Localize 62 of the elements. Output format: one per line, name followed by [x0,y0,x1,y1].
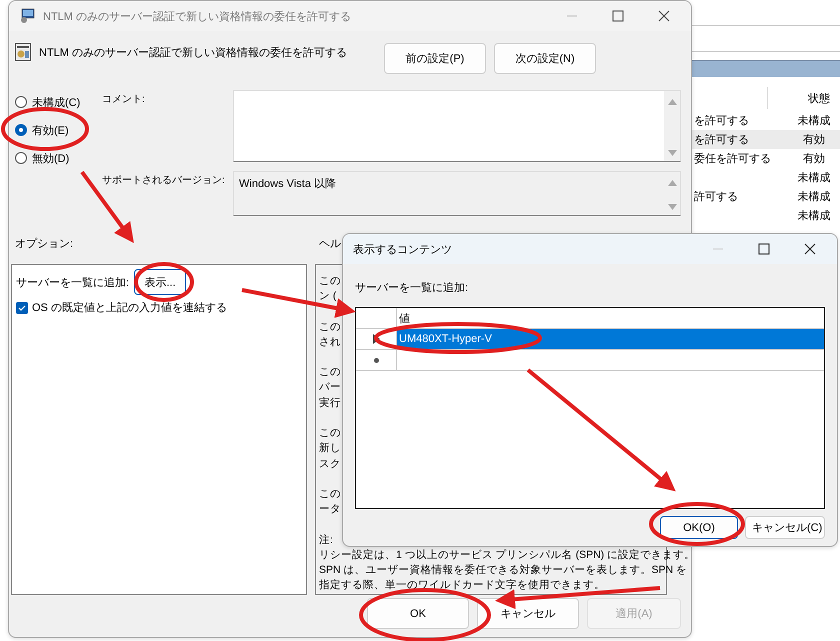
column-header[interactable]: 状態 [808,90,830,106]
help-text: この [319,488,341,500]
help-text: この [319,275,341,287]
policy-icon [15,43,31,61]
policy-state: 未構成 [796,114,832,128]
policy-state: 未構成 [796,209,832,223]
comment-field[interactable] [233,90,681,162]
help-text: この [319,427,341,440]
column-header[interactable]: 値 [397,308,824,328]
policy-state: 有効 [802,133,826,147]
radio-button[interactable]: 無効(D) [15,148,102,168]
window-title: NTLM のみのサーバー認証で新しい資格情報の委任を許可する [43,10,351,24]
scroll-down-icon[interactable] [668,204,676,210]
help-text: リシー設定は、1 つ以上のサービス プリンシパル名 (SPN) に設定できます。 [319,548,691,561]
help-text: この [319,320,341,333]
dialog-button[interactable]: OK(O) [660,516,738,539]
close-icon[interactable] [657,9,671,23]
radio-button[interactable]: 有効(E) [15,120,102,140]
help-text: この [319,366,341,378]
nav-button[interactable]: 次の設定(N) [494,43,596,74]
policy-state: 未構成 [796,190,832,204]
help-text: ータ [319,503,341,516]
help-text: スク [319,458,341,470]
annotation-circle [134,262,194,302]
policy-state: 有効 [802,152,826,166]
window-title: 表示するコンテンツ [353,242,452,256]
checkmark-icon [17,302,27,312]
help-text: バー [319,381,341,394]
help-text: 実行 [319,396,341,409]
row-pointer-icon [372,334,380,344]
computer-icon [19,8,35,24]
options-label: オプション: [15,236,74,251]
close-icon[interactable] [803,242,817,256]
server-list-label: サーバーを一覧に追加: [16,276,130,290]
nav-button[interactable]: 前の設定(P) [384,43,486,74]
policy-state: 未構成 [796,171,832,185]
supported-label: サポートされるバージョン: [102,174,226,188]
checkbox[interactable]: OS の既定値と上記の入力値を連結する [16,300,306,315]
policy-title: NTLM のみのサーバー認証で新しい資格情報の委任を許可する [39,46,348,60]
policy-name: 許可する [694,191,738,203]
scroll-up-icon[interactable] [668,180,676,186]
table-cell[interactable]: UM480XT-Hyper-V [397,329,824,349]
comment-label: コメント: [102,93,146,107]
help-text: 新し [319,442,341,454]
help-label: ヘル [319,237,341,251]
supported-field: Windows Vista 以降 [233,171,681,216]
policy-name: を許可する [694,134,749,146]
maximize-icon[interactable] [611,9,625,23]
help-text: SPN は、ユーザー資格情報を委任できる対象サーバーを表します。SPN を [319,564,688,576]
dialog-button[interactable]: OK [367,598,469,629]
new-row-icon [372,356,380,364]
help-text: ン ( [319,290,336,302]
radio-button[interactable]: 未構成(C) [15,92,102,112]
help-text: され [319,336,341,348]
dialog-button[interactable]: キャンセル(C) [745,516,825,539]
help-text: 注: [319,534,333,546]
scroll-up-icon[interactable] [668,99,676,105]
scroll-down-icon[interactable] [668,150,676,156]
policy-name: を許可する [694,115,749,127]
policy-name: 委任を許可する [694,153,771,165]
list-label: サーバーを一覧に追加: [355,281,470,295]
maximize-icon[interactable] [757,242,771,256]
